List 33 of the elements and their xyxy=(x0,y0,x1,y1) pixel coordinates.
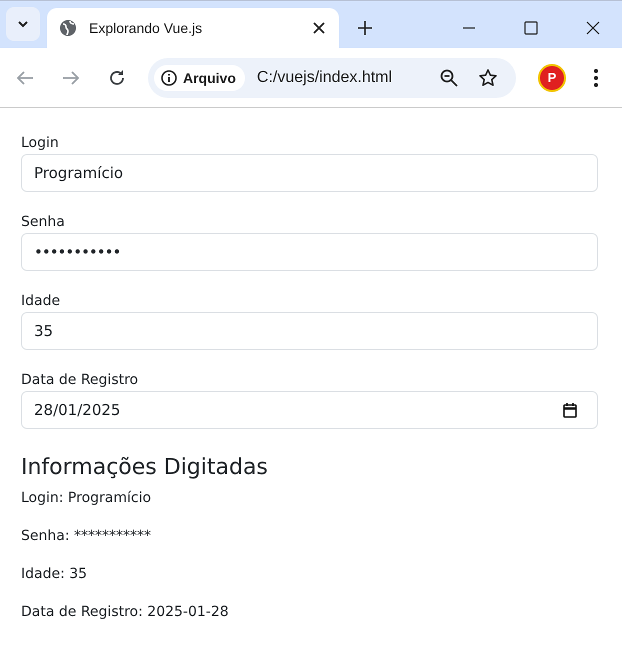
globe-icon xyxy=(59,19,77,37)
back-arrow-icon[interactable] xyxy=(16,70,34,86)
plus-icon[interactable] xyxy=(358,21,372,35)
summary-line: Login: Programício xyxy=(21,490,152,506)
summary-line: Senha: *********** xyxy=(21,528,152,544)
calendar-icon[interactable] xyxy=(563,402,577,418)
field-label: Login xyxy=(21,135,60,151)
menu-icon[interactable] xyxy=(594,68,598,86)
tab-title: Explorando Vue.js xyxy=(89,20,204,36)
field-label: Senha xyxy=(21,214,66,230)
input-field[interactable]: 35 xyxy=(21,312,598,350)
security-chip[interactable]: Arquivo xyxy=(154,64,245,90)
zoom-out-icon[interactable] xyxy=(440,68,458,86)
section-heading: Informações Digitadas xyxy=(21,455,269,480)
input-field[interactable]: Programício xyxy=(21,154,598,192)
maximize-icon[interactable] xyxy=(524,21,538,35)
profile-avatar[interactable]: P xyxy=(538,64,566,92)
url-text: C:/vuejs/index.html xyxy=(256,68,394,86)
field-label: Data de Registro xyxy=(21,372,140,388)
reload-icon[interactable] xyxy=(108,68,126,86)
input-field[interactable]: 28/01/2025 xyxy=(21,391,598,429)
summary-line: Idade: 35 xyxy=(21,566,88,582)
info-icon xyxy=(161,70,177,86)
close-icon[interactable] xyxy=(586,21,600,35)
address-bar[interactable]: Arquivo C:/vuejs/index.html xyxy=(148,58,516,98)
summary-line: Data de Registro: 2025-01-28 xyxy=(21,604,230,620)
field-label: Idade xyxy=(21,293,62,309)
forward-arrow-icon[interactable] xyxy=(62,70,80,86)
chevron-icon xyxy=(17,20,29,28)
input-field[interactable]: ••••••••••• xyxy=(21,233,598,271)
star-icon[interactable] xyxy=(478,68,498,88)
browser-tab[interactable]: Explorando Vue.js xyxy=(47,8,339,48)
close-icon[interactable] xyxy=(313,22,325,34)
